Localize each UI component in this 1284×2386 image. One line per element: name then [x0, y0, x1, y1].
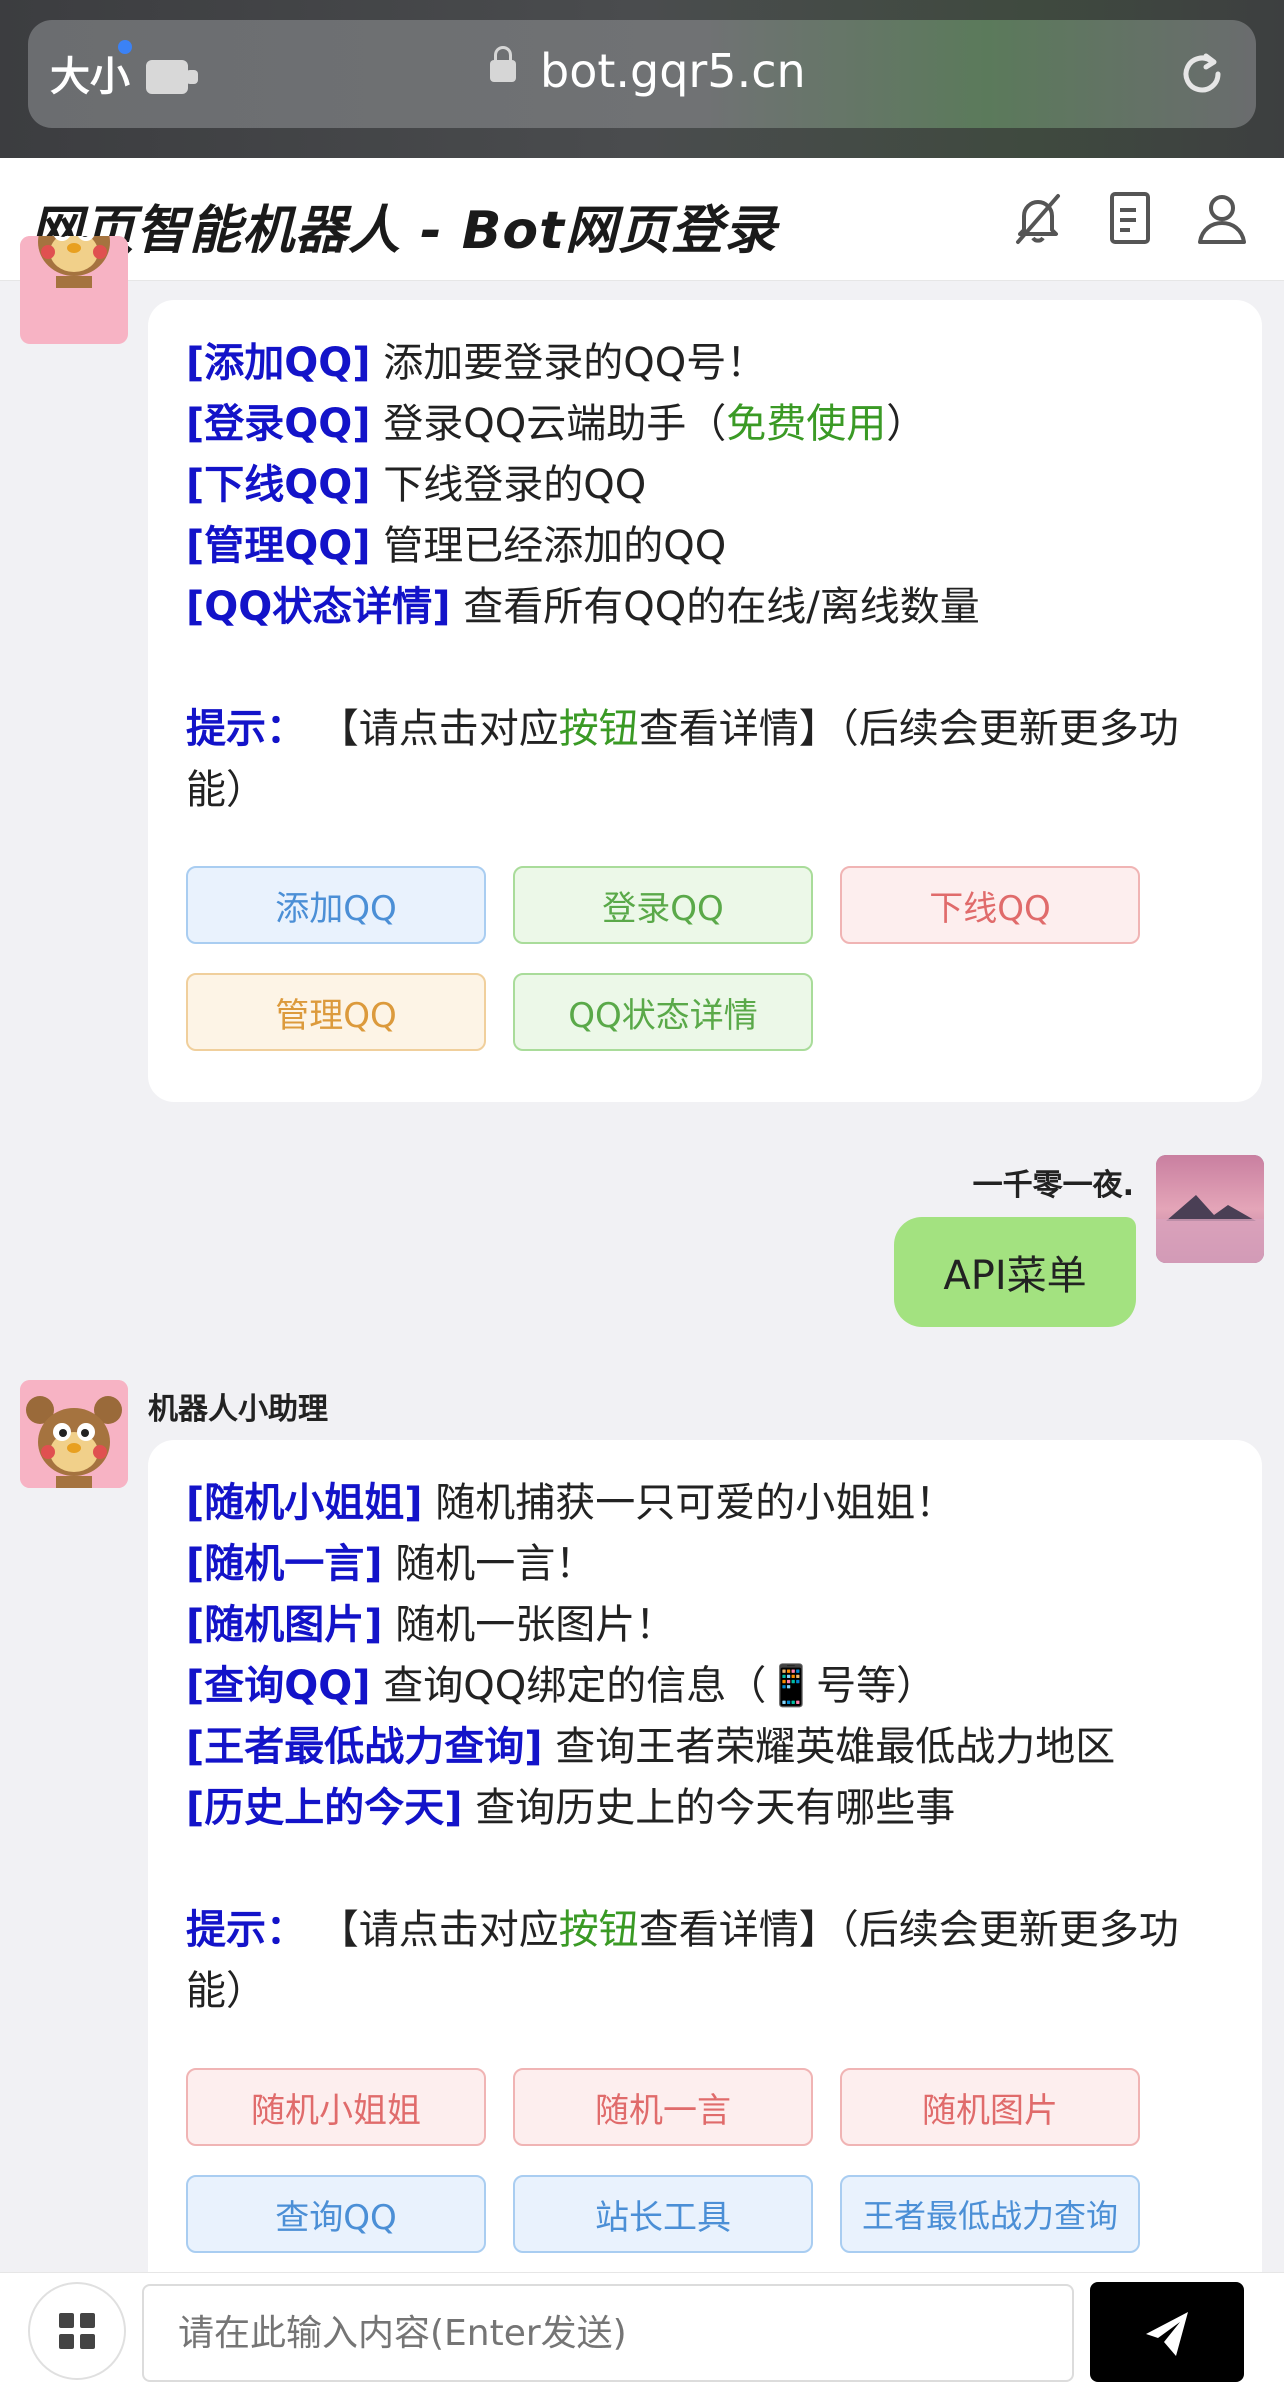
bell-off-icon[interactable]	[1008, 188, 1068, 248]
random-image-button[interactable]: 随机图片	[840, 2068, 1140, 2146]
webmaster-tools-button[interactable]: 站长工具	[513, 2175, 813, 2253]
bot-name: 机器人小助理	[148, 1392, 328, 1427]
menu-line: [QQ状态详情] 查看所有QQ的在线/离线数量	[186, 584, 980, 630]
login-qq-button[interactable]: 登录QQ	[513, 866, 813, 944]
browser-toolbar: 大小 bot.gqr5.cn	[0, 0, 1284, 158]
menu-line: [添加QQ] 添加要登录的QQ号！	[186, 340, 767, 386]
add-qq-button[interactable]: 添加QQ	[186, 866, 486, 944]
user-name: 一千零一夜.	[972, 1168, 1134, 1203]
url-text[interactable]: bot.gqr5.cn	[540, 44, 806, 98]
page-title: 网页智能机器人 - Bot网页登录	[30, 201, 778, 261]
send-button[interactable]	[1090, 2282, 1244, 2382]
tip-text: 提示： 【请点击对应按钮查看详情】（后续会更新更多功	[186, 1907, 1179, 1953]
query-qq-button[interactable]: 查询QQ	[186, 2175, 486, 2253]
text-size-button[interactable]: 大小	[50, 44, 130, 102]
tip-text-continued: 能）	[186, 767, 266, 813]
user-icon[interactable]	[1192, 188, 1252, 248]
logout-qq-button[interactable]: 下线QQ	[840, 866, 1140, 944]
extension-icon[interactable]	[146, 60, 198, 94]
bot-avatar	[20, 236, 128, 344]
menu-line: [查询QQ] 查询QQ绑定的信息（📱号等）	[186, 1663, 937, 1709]
menu-line: [历史上的今天] 查询历史上的今天有哪些事	[186, 1785, 956, 1831]
qq-status-button[interactable]: QQ状态详情	[513, 973, 813, 1051]
grid-icon	[59, 2313, 95, 2349]
user-message-bubble: API菜单	[894, 1217, 1136, 1327]
tip-text-continued: 能）	[186, 1968, 266, 2014]
document-icon[interactable]	[1100, 188, 1160, 248]
honor-of-kings-power-button[interactable]: 王者最低战力查询	[840, 2175, 1140, 2253]
menu-line: [随机一言] 随机一言！	[186, 1541, 596, 1587]
random-girl-button[interactable]: 随机小姐姐	[186, 2068, 486, 2146]
random-quote-button[interactable]: 随机一言	[513, 2068, 813, 2146]
page-header: 网页智能机器人 - Bot网页登录	[0, 158, 1284, 281]
extension-badge	[118, 40, 132, 54]
menu-line: [王者最低战力查询] 查询王者荣耀英雄最低战力地区	[186, 1724, 1116, 1770]
menu-line: [随机小姐姐] 随机捕获一只可爱的小姐姐！	[186, 1480, 956, 1526]
menu-line: [下线QQ] 下线登录的QQ	[186, 462, 647, 508]
menu-button[interactable]	[28, 2282, 126, 2380]
manage-qq-button[interactable]: 管理QQ	[186, 973, 486, 1051]
bot-avatar	[20, 1380, 128, 1488]
message-input[interactable]	[142, 2284, 1074, 2382]
tip-text: 提示： 【请点击对应按钮查看详情】（后续会更新更多功	[186, 706, 1179, 752]
menu-line: [登录QQ] 登录QQ云端助手（免费使用）	[186, 401, 927, 447]
menu-line: [随机图片] 随机一张图片！	[186, 1602, 676, 1648]
user-avatar	[1156, 1155, 1264, 1263]
menu-line: [管理QQ] 管理已经添加的QQ	[186, 523, 727, 569]
send-icon	[1146, 2312, 1188, 2356]
reload-icon[interactable]	[1172, 44, 1232, 104]
lock-icon	[490, 46, 516, 82]
